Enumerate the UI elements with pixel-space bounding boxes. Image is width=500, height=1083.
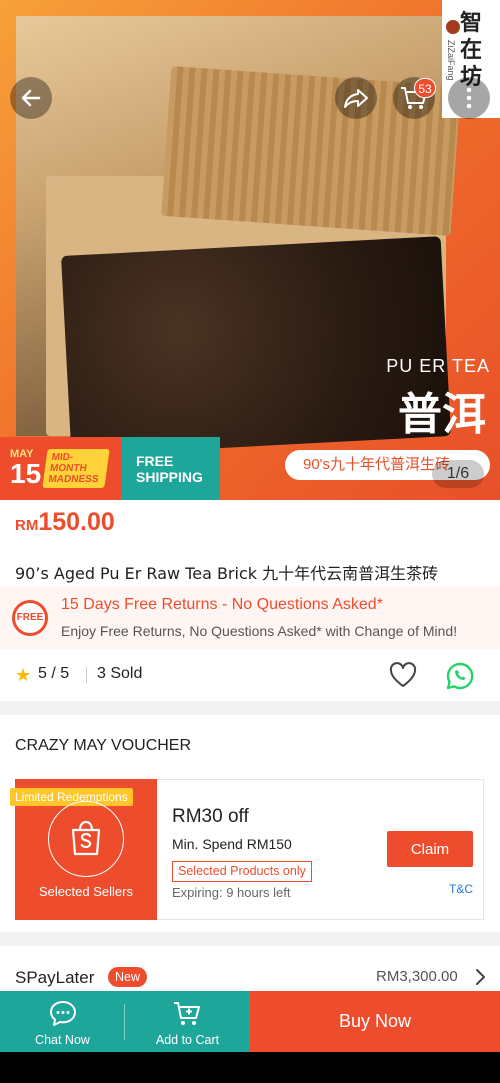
section-divider [0,701,500,715]
voucher-expiry: Expiring: 9 hours left [172,885,291,900]
chevron-right-icon[interactable] [474,968,486,986]
cart-count-badge: 53 [414,78,436,98]
rating-row [0,649,500,701]
more-options-button[interactable] [448,77,490,119]
voucher-condition-tag: Selected Products only [172,861,312,882]
rating-value: 5 / 5 [38,665,70,682]
image-caption-en: PU ER TEA [386,356,490,376]
shopping-bag-icon [71,820,101,856]
promo-day: 15 [10,458,42,489]
product-photo [16,16,461,456]
claim-voucher-button[interactable]: Claim [387,831,473,867]
product-image-carousel[interactable]: PU ER TEA 普洱 90's九十年代普洱生砖 智在坊 ZiZaiFang [0,0,500,500]
brand-name-en: ZiZaiFang [446,40,456,81]
like-button[interactable] [388,661,418,689]
price-amount: 150.00 [38,508,115,536]
heart-icon [389,662,417,687]
brand-seal-icon [446,20,460,34]
sold-count: 3 Sold [97,665,143,682]
add-to-cart-label: Add to Cart [155,1033,220,1047]
share-icon [344,89,368,108]
image-counter: 1/6 [432,460,484,488]
spaylater-amount: RM3,300.00 [376,968,458,985]
product-price: RM150.00 [15,508,115,537]
back-button[interactable] [10,77,52,119]
section-divider [0,932,500,946]
back-arrow-icon [21,89,41,107]
chat-now-button[interactable]: Chat Now [0,991,125,1052]
free-returns-subtitle: Enjoy Free Returns, No Questions Asked* … [61,623,458,639]
add-cart-icon [174,1002,200,1025]
voucher-section-heading: CRAZY MAY VOUCHER [15,737,192,754]
system-navigation-bar [0,1052,500,1083]
share-button[interactable] [335,77,377,119]
image-caption-cn: 普洱 [398,390,486,439]
bottom-bar-divider [124,1004,125,1040]
terms-link[interactable]: T&C [449,882,473,896]
spaylater-label[interactable]: SPayLater [15,968,94,988]
add-to-cart-button[interactable]: Add to Cart [125,991,250,1052]
voucher-min-spend: Min. Spend RM150 [172,836,292,852]
voucher-amount: RM30 off [172,806,249,827]
whatsapp-share-button[interactable] [444,661,476,691]
price-currency: RM [15,517,39,534]
whatsapp-icon [446,662,474,690]
mid-month-madness-badge: MAY 15 MID-MONTH MADNESS [0,437,122,500]
free-shipping-badge: FREE SHIPPING [122,437,220,500]
new-badge: New [108,967,148,987]
product-title: 90’s Aged Pu Er Raw Tea Brick 九十年代云南普洱生茶… [15,564,439,583]
chat-icon [50,1001,76,1026]
buy-now-button[interactable]: Buy Now [250,991,500,1052]
tea-brick [61,236,451,456]
free-returns-title: 15 Days Free Returns - No Questions Aske… [61,596,383,613]
more-icon [466,87,472,109]
free-shipping-label: FREE SHIPPING [136,453,203,485]
chat-now-label: Chat Now [35,1033,90,1047]
divider [86,667,87,683]
promo-madness-tag: MID-MONTH MADNESS [42,449,110,488]
voucher-seller-label: Selected Sellers [39,884,133,899]
star-icon: ★ [15,665,32,685]
free-returns-icon: FREE [12,600,48,636]
